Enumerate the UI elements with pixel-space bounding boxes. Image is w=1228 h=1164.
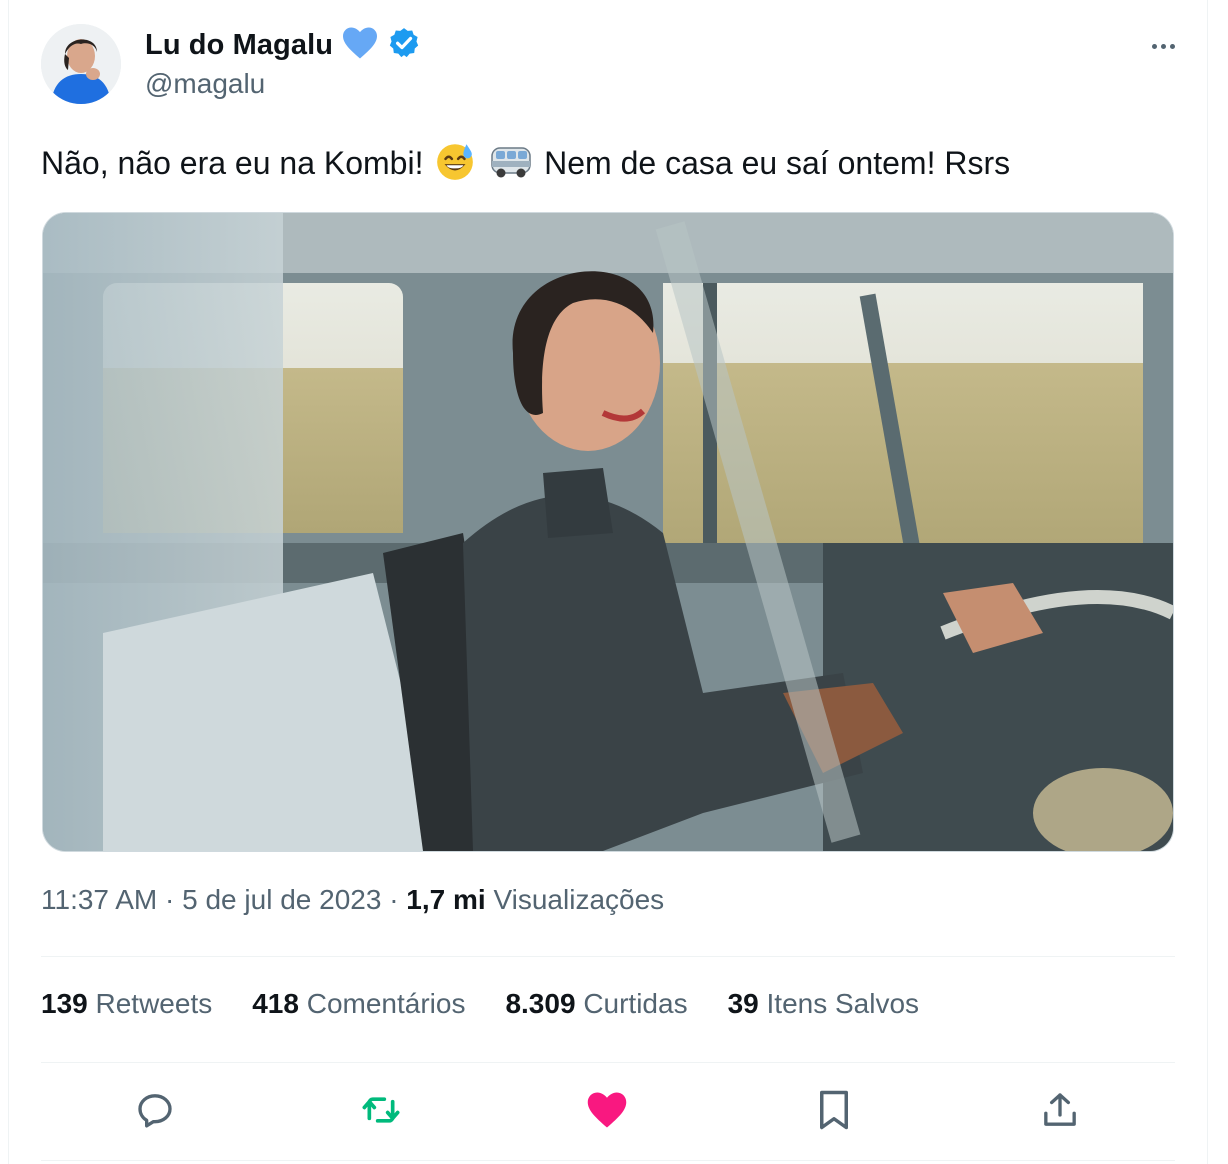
likes-count: 8.309	[505, 988, 576, 1019]
tweet-text-part2: Nem de casa eu saí ontem! Rsrs	[544, 145, 1011, 181]
retweet-button[interactable]	[357, 1086, 405, 1134]
divider	[41, 1062, 1175, 1063]
share-icon	[1044, 1093, 1076, 1126]
bookmark-icon	[820, 1090, 848, 1130]
tweet-date[interactable]: 5 de jul de 2023	[182, 884, 381, 915]
tweet-text: Não, não era eu na Kombi! Nem de casa eu…	[41, 140, 1010, 194]
tweet-actions	[41, 1080, 1175, 1140]
share-button[interactable]	[1036, 1086, 1084, 1134]
verified-badge-icon[interactable]	[387, 26, 421, 65]
tweet-media-image[interactable]	[42, 212, 1174, 852]
comments-label: Comentários	[306, 988, 466, 1019]
divider	[41, 956, 1175, 957]
more-dot	[1169, 43, 1175, 49]
views-count: 1,7 mi	[406, 884, 486, 915]
reply-icon	[138, 1094, 172, 1128]
saves-stat[interactable]: 39 Itens Salvos	[728, 988, 919, 1020]
like-button[interactable]	[583, 1086, 631, 1134]
engagement-stats: 139 Retweets 418 Comentários 8.309 Curti…	[41, 988, 919, 1020]
retweets-count: 139	[41, 988, 88, 1019]
retweets-stat[interactable]: 139 Retweets	[41, 988, 212, 1020]
bookmark-button[interactable]	[810, 1086, 858, 1134]
retweets-label: Retweets	[95, 988, 213, 1019]
heart-icon	[587, 1092, 627, 1128]
meta-separator: ·	[389, 884, 399, 915]
likes-stat[interactable]: 8.309 Curtidas	[505, 988, 687, 1020]
sweat-smile-emoji-icon	[434, 140, 476, 194]
retweet-icon	[362, 1097, 400, 1123]
saves-label: Itens Salvos	[766, 988, 920, 1019]
divider	[41, 1160, 1175, 1161]
tweet-text-part1: Não, não era eu na Kombi!	[41, 145, 424, 181]
more-dot	[1151, 43, 1157, 49]
views-label: Visualizações	[493, 884, 665, 915]
tweet-meta: 11:37 AM · 5 de jul de 2023 · 1,7 mi Vis…	[41, 884, 664, 916]
more-dot	[1160, 43, 1166, 49]
reply-button[interactable]	[131, 1086, 179, 1134]
tweet-header: Lu do Magalu @magalu	[41, 24, 1183, 108]
likes-label: Curtidas	[583, 988, 688, 1019]
tweet-time[interactable]: 11:37 AM	[41, 884, 157, 915]
comments-count: 418	[252, 988, 299, 1019]
blue-heart-icon	[341, 26, 379, 65]
saves-count: 39	[727, 988, 759, 1019]
tweet-card: Lu do Magalu @magalu Não, não era eu na …	[8, 0, 1208, 1164]
minibus-emoji-icon	[489, 140, 533, 194]
avatar[interactable]	[41, 24, 121, 104]
name-row: Lu do Magalu	[145, 26, 421, 65]
user-handle[interactable]: @magalu	[145, 68, 265, 100]
display-name[interactable]: Lu do Magalu	[145, 29, 333, 62]
more-options-button[interactable]	[1143, 28, 1183, 64]
meta-separator: ·	[165, 884, 175, 915]
comments-stat[interactable]: 418 Comentários	[252, 988, 465, 1020]
